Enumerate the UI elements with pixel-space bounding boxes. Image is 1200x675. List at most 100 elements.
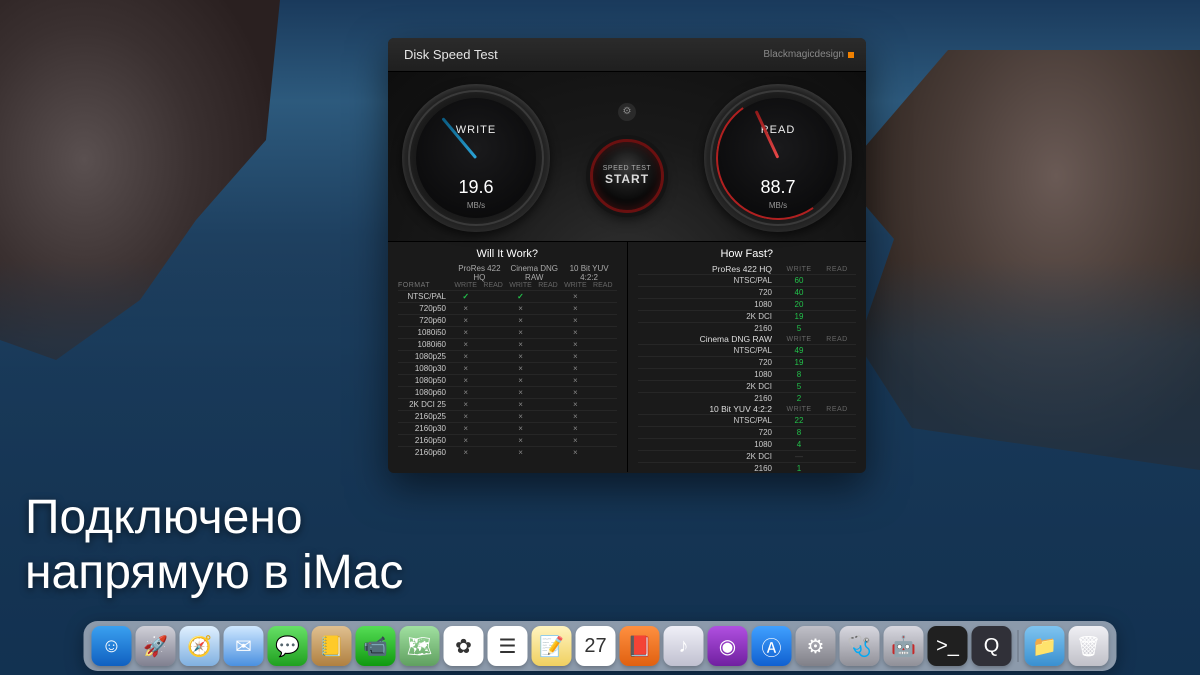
status-cell: × xyxy=(452,412,479,421)
wiw-row: 720p50××× xyxy=(398,302,617,314)
dock-trash[interactable]: 🗑 xyxy=(1069,626,1109,666)
read-label: READ xyxy=(704,124,852,136)
format-label: 2160p25 xyxy=(398,412,452,421)
wiw-row: 1080p30××× xyxy=(398,362,617,374)
write-value: 19.6 xyxy=(402,177,550,198)
folder-icon: 📁 xyxy=(1032,634,1057,659)
hf-codec-header: Cinema DNG RAWWRITEREAD xyxy=(638,334,857,344)
write-fps: 4 xyxy=(780,440,818,449)
launchpad-icon: 🚀 xyxy=(143,634,168,659)
format-label: NTSC/PAL xyxy=(638,416,781,425)
dock-folder[interactable]: 📁 xyxy=(1025,626,1065,666)
write-fps: 8 xyxy=(780,428,818,437)
hf-row: 72040 xyxy=(638,286,857,298)
format-label: 1080 xyxy=(638,300,781,309)
appstore-icon: Ⓐ xyxy=(762,632,782,661)
dock-podcasts[interactable]: ◉ xyxy=(708,626,748,666)
start-button[interactable]: SPEED TEST START xyxy=(590,139,664,213)
wiw-row: 1080p50××× xyxy=(398,374,617,386)
hf-row: 72019 xyxy=(638,356,857,368)
mail-icon: ✉ xyxy=(235,634,252,659)
format-label: 720p60 xyxy=(398,316,452,325)
itunes-icon: ♪ xyxy=(679,635,689,658)
status-cell: × xyxy=(562,316,589,325)
dock-messages[interactable]: 💬 xyxy=(268,626,308,666)
podcasts-icon: ◉ xyxy=(719,634,736,659)
dock-reminders[interactable]: ☰ xyxy=(488,626,528,666)
dock-terminal[interactable]: >_ xyxy=(928,626,968,666)
format-label: 1080 xyxy=(638,370,781,379)
dock-appstore[interactable]: Ⓐ xyxy=(752,626,792,666)
status-cell: × xyxy=(562,340,589,349)
format-label: 1080i50 xyxy=(398,328,452,337)
status-cell: × xyxy=(452,376,479,385)
dock-mail[interactable]: ✉ xyxy=(224,626,264,666)
titlebar[interactable]: Disk Speed Test Blackmagicdesign xyxy=(388,38,866,72)
hf-row: NTSC/PAL49 xyxy=(638,344,857,356)
hf-row: 10804 xyxy=(638,438,857,450)
status-cell: × xyxy=(507,424,534,433)
status-cell: ✓ xyxy=(452,292,479,301)
status-cell: × xyxy=(507,412,534,421)
format-label: NTSC/PAL xyxy=(638,346,781,355)
caption-line1: Подключено xyxy=(25,490,403,545)
status-cell: × xyxy=(562,400,589,409)
status-cell: × xyxy=(452,316,479,325)
read-gauge: READ 88.7 MB/s xyxy=(704,84,852,232)
dock-maps[interactable]: 🗺 xyxy=(400,626,440,666)
messages-icon: 💬 xyxy=(275,634,300,659)
dock-notes[interactable]: 📝 xyxy=(532,626,572,666)
hf-row: 108020 xyxy=(638,298,857,310)
dock-safari[interactable]: 🧭 xyxy=(180,626,220,666)
status-cell: × xyxy=(452,424,479,433)
settings-button[interactable]: ⚙ xyxy=(618,103,636,121)
hf-codec-header: 10 Bit YUV 4:2:2WRITEREAD xyxy=(638,404,857,414)
format-label: 2K DCI xyxy=(638,382,781,391)
status-cell: × xyxy=(562,376,589,385)
wiw-row: 2160p25××× xyxy=(398,410,617,422)
photos-icon: ✿ xyxy=(455,634,472,659)
dock-quicktime[interactable]: Q xyxy=(972,626,1012,666)
read-unit: MB/s xyxy=(704,201,852,210)
brand-label: Blackmagicdesign xyxy=(763,49,854,60)
format-label: 2K DCI xyxy=(638,312,781,321)
dock-utilities[interactable]: 🩺 xyxy=(840,626,880,666)
dock-facetime[interactable]: 📹 xyxy=(356,626,396,666)
dock-automator[interactable]: 🤖 xyxy=(884,626,924,666)
status-cell: × xyxy=(452,436,479,445)
format-label: 2160 xyxy=(638,464,781,473)
status-cell: × xyxy=(507,304,534,313)
dock-books[interactable]: 📕 xyxy=(620,626,660,666)
will-it-work-panel: Will It Work? ProRes 422 HQ Cinema DNG R… xyxy=(388,242,627,472)
format-label: 1080i60 xyxy=(398,340,452,349)
format-label: NTSC/PAL xyxy=(398,292,452,301)
wiw-row: 2160p30××× xyxy=(398,422,617,434)
write-fps: 8 xyxy=(780,370,818,379)
status-cell: × xyxy=(562,424,589,433)
dock-calendar[interactable]: 27 xyxy=(576,626,616,666)
status-cell: × xyxy=(507,388,534,397)
safari-icon: 🧭 xyxy=(187,634,212,659)
status-cell: × xyxy=(452,448,479,457)
dock-finder[interactable]: ☺ xyxy=(92,626,132,666)
hf-row: 21605 xyxy=(638,322,857,334)
caption-line2: напрямую в iMac xyxy=(25,545,403,600)
dock-preferences[interactable]: ⚙ xyxy=(796,626,836,666)
write-fps: 40 xyxy=(780,288,818,297)
dock: ☺ 🚀 🧭 ✉ 💬 📒📹🗺 ✿ ☰📝27📕 ♪ ◉ Ⓐ ⚙🩺 🤖 >_ Q 📁 🗑 xyxy=(84,621,1117,671)
quicktime-icon: Q xyxy=(984,635,1000,658)
automator-icon: 🤖 xyxy=(891,634,916,659)
format-label: 720 xyxy=(638,358,781,367)
dock-contacts[interactable]: 📒 xyxy=(312,626,352,666)
dock-itunes[interactable]: ♪ xyxy=(664,626,704,666)
status-cell: × xyxy=(452,328,479,337)
format-label: NTSC/PAL xyxy=(638,276,781,285)
status-cell: × xyxy=(452,352,479,361)
dock-photos[interactable]: ✿ xyxy=(444,626,484,666)
wiw-row: 2K DCI 25××× xyxy=(398,398,617,410)
status-cell: × xyxy=(507,376,534,385)
status-cell: × xyxy=(507,316,534,325)
write-fps: 20 xyxy=(780,300,818,309)
dock-separator xyxy=(1018,630,1019,662)
dock-launchpad[interactable]: 🚀 xyxy=(136,626,176,666)
